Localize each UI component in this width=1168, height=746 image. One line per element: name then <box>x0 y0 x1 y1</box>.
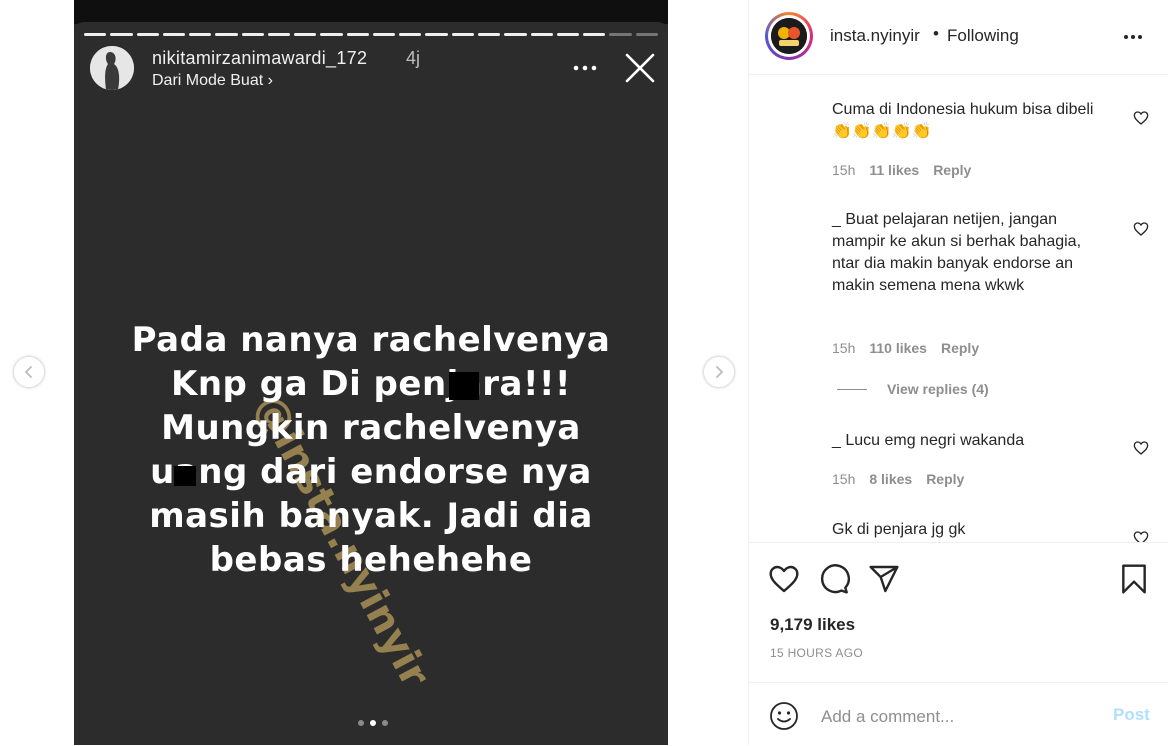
previous-button[interactable] <box>14 357 44 387</box>
story-progress-segment <box>635 33 658 36</box>
chevron-right-icon <box>716 366 724 378</box>
story-progress-segment <box>136 33 159 36</box>
story-progress-segment <box>477 33 501 36</box>
story-top-strip <box>74 0 668 24</box>
profile-avatar-image <box>771 18 807 54</box>
close-icon[interactable] <box>624 52 656 84</box>
story-progress-segment <box>241 33 264 36</box>
story-progress-segment <box>372 33 396 36</box>
story-username[interactable]: nikitamirzanimawardi_172 <box>152 48 367 69</box>
share-send-icon[interactable] <box>868 563 900 595</box>
pager-dot <box>382 720 388 726</box>
header-separator: • <box>933 24 939 43</box>
story-progress-segment <box>530 33 553 36</box>
story-progress-segment <box>84 33 107 36</box>
post-actions: 9,179 likes 15 HOURS AGO <box>749 542 1168 683</box>
comment-meta: 15h 11 likes Reply <box>832 162 971 178</box>
emoji-icon[interactable] <box>769 701 799 731</box>
add-comment-bar: Post <box>749 682 1168 746</box>
story-progress-segment <box>320 33 343 36</box>
pager-dot <box>358 720 364 726</box>
like-comment-icon[interactable] <box>1133 530 1149 542</box>
likes-count[interactable]: 9,179 likes <box>770 615 855 635</box>
view-replies-line <box>837 388 867 390</box>
story-text: Pada nanya rachelvenya Knp ga Di penjara… <box>131 320 611 580</box>
story-progress-segment <box>346 33 369 36</box>
story-avatar-photo <box>90 46 134 90</box>
save-bookmark-icon[interactable] <box>1118 563 1150 595</box>
story-progress-segment <box>294 33 317 36</box>
reply-button[interactable]: Reply <box>941 340 979 356</box>
story-progress-segment <box>267 33 291 36</box>
comment-time: 15h <box>832 162 856 178</box>
chevron-left-icon <box>24 366 32 378</box>
more-options-icon[interactable] <box>1121 28 1147 46</box>
comment-time: 15h <box>832 471 856 487</box>
comments-list[interactable]: Cuma di Indonesia hukum bisa dibeli 👏👏👏👏… <box>749 75 1168 542</box>
comment-meta: 15h 8 likes Reply <box>832 471 964 487</box>
story-progress-bar <box>84 33 658 36</box>
comment-meta: 15h 110 likes Reply <box>832 340 979 356</box>
story-progress-segment <box>583 33 606 36</box>
story-timestamp: 4j <box>406 48 421 68</box>
view-replies-button[interactable]: View replies (4) <box>837 381 989 397</box>
profile-username[interactable]: insta.nyinyir <box>830 26 920 46</box>
comment-time: 15h <box>832 340 856 356</box>
like-heart-icon[interactable] <box>768 563 800 595</box>
like-comment-icon[interactable] <box>1133 221 1149 237</box>
story-more-icon[interactable] <box>572 58 598 78</box>
story-progress-segment <box>451 33 474 36</box>
story-avatar[interactable] <box>90 46 134 90</box>
story-progress-segment <box>399 33 422 36</box>
story-viewer[interactable]: nikitamirzanimawardi_172 4j Dari Mode Bu… <box>74 0 668 745</box>
comment-likes[interactable]: 8 likes <box>869 471 912 487</box>
story-subtitle-link[interactable]: Dari Mode Buat › <box>152 72 273 90</box>
post-header: insta.nyinyir • Following <box>749 0 1168 75</box>
comment-text: _ Buat pelajaran netijen, jangan mampir … <box>832 211 1082 294</box>
next-button[interactable] <box>704 357 734 387</box>
comment-text: Cuma di Indonesia hukum bisa dibeli 👏👏👏👏… <box>832 101 1094 140</box>
comment-text: _ Lucu emg negri wakanda <box>832 432 1025 449</box>
story-pager <box>358 720 388 726</box>
redaction-box <box>174 466 196 486</box>
comment-likes[interactable]: 11 likes <box>869 162 919 178</box>
like-comment-icon[interactable] <box>1133 110 1149 126</box>
pager-dot <box>370 720 376 726</box>
comment-input[interactable] <box>819 701 1093 733</box>
story-progress-segment <box>425 33 448 36</box>
like-comment-icon[interactable] <box>1133 440 1149 456</box>
media-area: nikitamirzanimawardi_172 4j Dari Mode Bu… <box>0 0 748 745</box>
post-panel: insta.nyinyir • Following Cuma di Indone… <box>748 0 1168 745</box>
view-replies-label: View replies (4) <box>887 381 989 397</box>
story-progress-segment <box>556 33 580 36</box>
story-progress-segment <box>609 33 632 36</box>
following-button[interactable]: Following <box>947 26 1019 46</box>
story-progress-segment <box>110 33 133 36</box>
story-progress-segment <box>162 33 186 36</box>
comment-bubble-icon[interactable] <box>818 563 850 595</box>
story-progress-segment <box>189 33 212 36</box>
profile-avatar[interactable] <box>765 12 813 60</box>
comment-text: Gk di penjara jg gk <box>832 521 966 538</box>
reply-button[interactable]: Reply <box>926 471 964 487</box>
post-timestamp: 15 HOURS AGO <box>770 646 863 660</box>
story-progress-segment <box>215 33 238 36</box>
comment-likes[interactable]: 110 likes <box>869 340 927 356</box>
redaction-box <box>449 372 479 400</box>
reply-button[interactable]: Reply <box>933 162 971 178</box>
post-comment-button[interactable]: Post <box>1113 705 1150 725</box>
story-progress-segment <box>504 33 527 36</box>
